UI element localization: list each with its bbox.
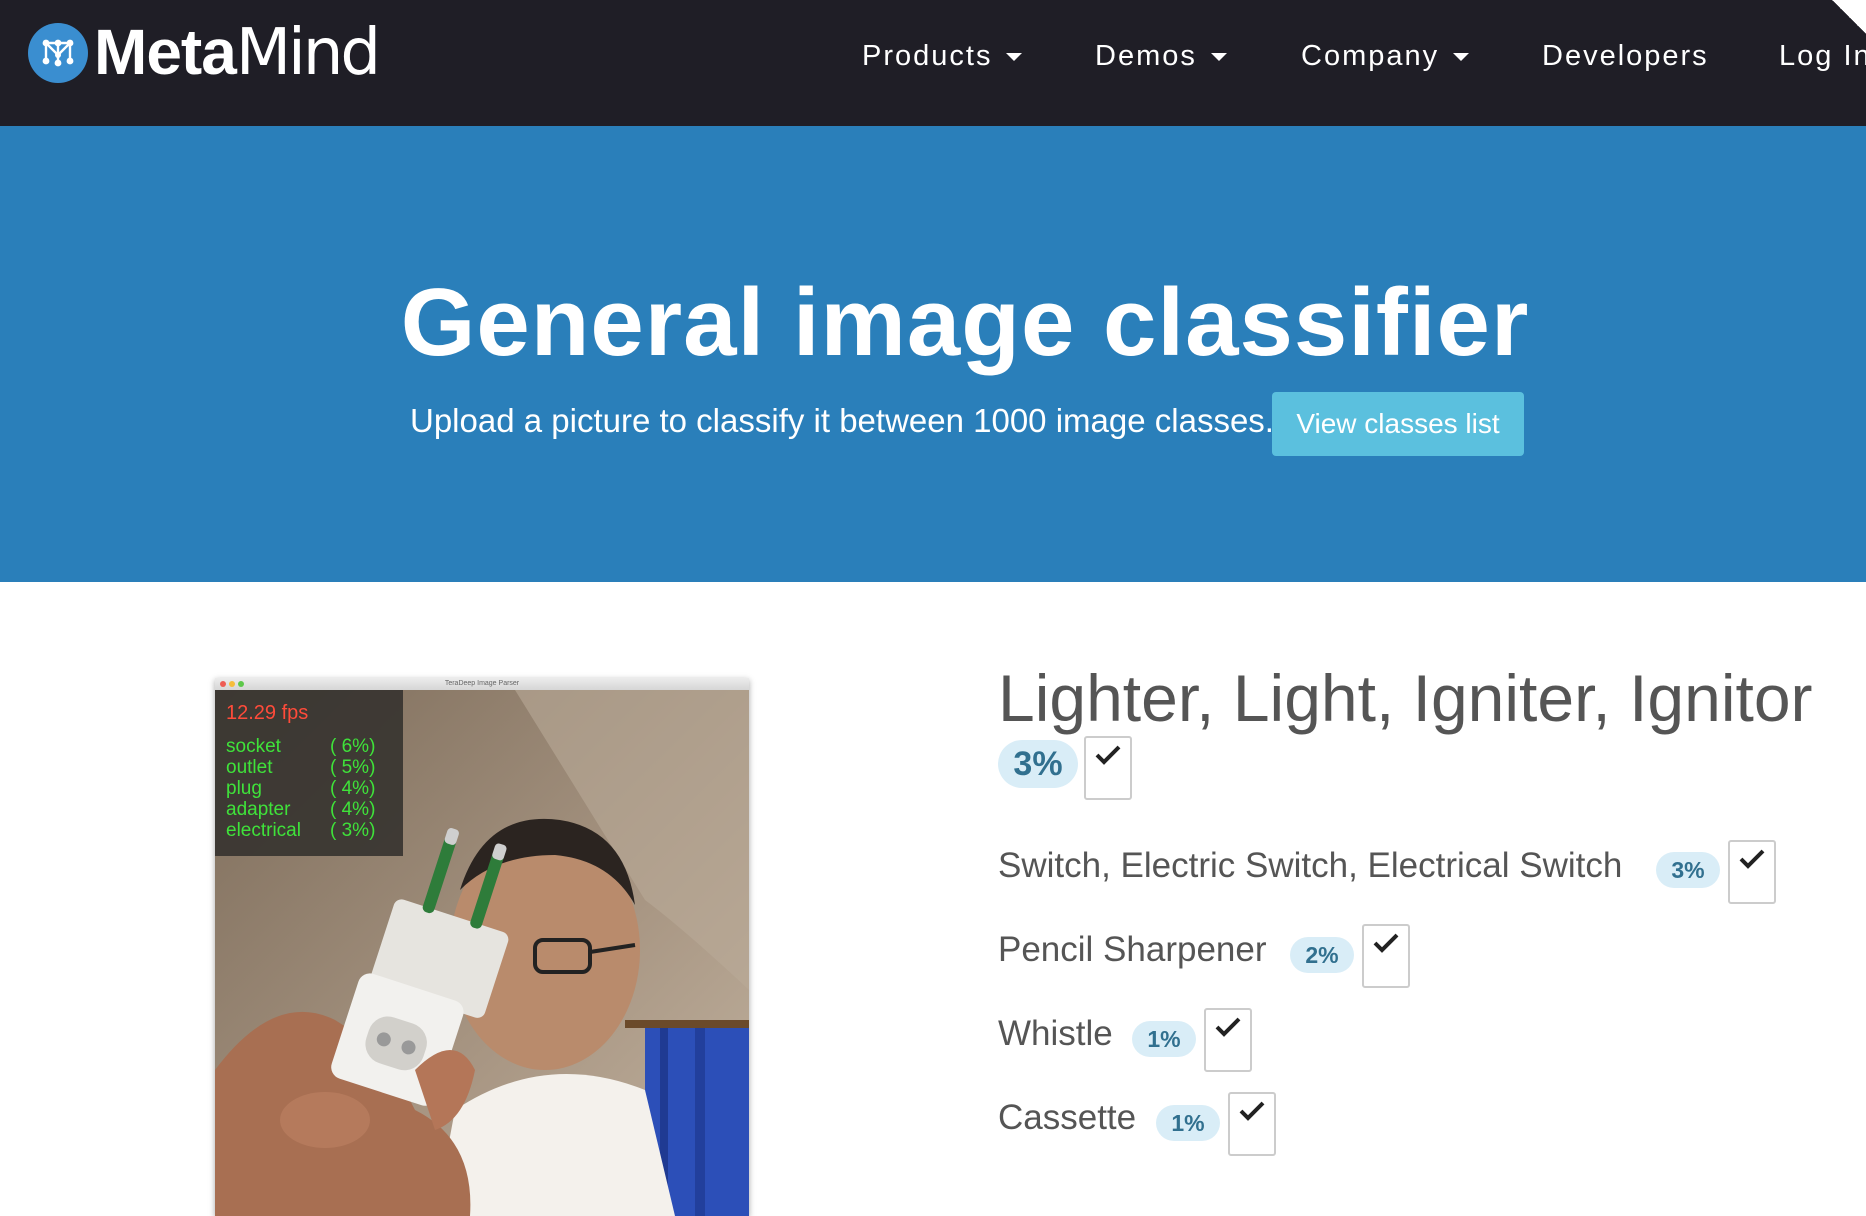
check-icon (1095, 745, 1121, 765)
hero-banner: General image classifier Upload a pictur… (0, 126, 1866, 582)
prediction-label: Switch, Electric Switch, Electrical Swit… (998, 846, 1623, 885)
caret-down-icon (1453, 52, 1470, 61)
image-window-titlebar: TeraDeep Image Parser (215, 678, 749, 690)
fps-readout: 12.29 fps (226, 702, 309, 724)
detection-list: socket ( 6%) outlet ( 5%) plug ( 4%) ada… (226, 736, 396, 841)
top-prediction-pct-badge: 3% (998, 740, 1078, 788)
nav-login[interactable]: Log In (1779, 40, 1866, 73)
detection-label: plug (226, 778, 262, 799)
top-navbar: MetaMind Products Demos Company Develope… (0, 0, 1866, 126)
detection-pct: ( 3%) (330, 820, 376, 841)
nav-company[interactable]: Company (1301, 40, 1470, 73)
nav-products[interactable]: Products (862, 40, 1023, 73)
top-prediction-label: Lighter, Light, Igniter, Ignitor (998, 661, 1813, 735)
detection-row: adapter ( 4%) (226, 799, 396, 820)
window-close-icon (220, 681, 226, 687)
detection-label: adapter (226, 799, 291, 820)
detection-pct: ( 6%) (330, 736, 376, 757)
detection-pct: ( 4%) (330, 778, 376, 799)
prediction-pct-badge: 1% (1132, 1021, 1196, 1057)
confirm-prediction-button[interactable] (1228, 1092, 1276, 1156)
check-icon (1739, 849, 1765, 869)
image-window-title: TeraDeep Image Parser (444, 680, 520, 687)
view-classes-button[interactable]: View classes list (1272, 392, 1524, 456)
nav-company-label: Company (1301, 40, 1440, 72)
detection-label: electrical (226, 820, 301, 841)
confirm-top-prediction-button[interactable] (1084, 736, 1132, 800)
detection-overlay: 12.29 fps socket ( 6%) outlet ( 5%) plug… (215, 690, 403, 856)
check-icon (1215, 1017, 1241, 1037)
detection-pct: ( 5%) (330, 757, 376, 778)
detection-row: socket ( 6%) (226, 736, 396, 757)
nav-demos-label: Demos (1095, 40, 1197, 72)
check-icon (1239, 1101, 1265, 1121)
check-icon (1373, 933, 1399, 953)
caret-down-icon (1006, 52, 1023, 61)
corner-fold-decoration (1832, 0, 1866, 34)
window-zoom-icon (238, 681, 244, 687)
nav-login-label: Log In (1779, 40, 1866, 72)
confirm-prediction-button[interactable] (1728, 840, 1776, 904)
nav-developers-label: Developers (1542, 40, 1709, 72)
nav-products-label: Products (862, 40, 993, 72)
nav-demos[interactable]: Demos (1095, 40, 1227, 73)
detection-row: outlet ( 5%) (226, 757, 396, 778)
detection-row: electrical ( 3%) (226, 820, 396, 841)
prediction-pct-badge: 2% (1290, 937, 1354, 973)
hero-subtitle: Upload a picture to classify it between … (410, 402, 1274, 439)
detection-label: socket (226, 736, 281, 757)
prediction-label: Cassette (998, 1098, 1137, 1137)
confirm-prediction-button[interactable] (1362, 924, 1410, 988)
confirm-prediction-button[interactable] (1204, 1008, 1252, 1072)
nav-developers[interactable]: Developers (1542, 40, 1709, 73)
detection-label: outlet (226, 757, 273, 778)
uploaded-image: TeraDeep Image Parser 12.29 fps socket (… (215, 678, 749, 1216)
prediction-pct-badge: 1% (1156, 1105, 1220, 1141)
prediction-label: Pencil Sharpener (998, 930, 1267, 969)
prediction-label: Whistle (998, 1014, 1113, 1053)
nav-menu: Products Demos Company Developers Log In (0, 0, 1866, 126)
prediction-pct-badge: 3% (1656, 852, 1720, 888)
window-minimize-icon (229, 681, 235, 687)
detection-row: plug ( 4%) (226, 778, 396, 799)
page-title: General image classifier (400, 269, 1530, 376)
detection-pct: ( 4%) (330, 799, 376, 820)
caret-down-icon (1210, 52, 1227, 61)
